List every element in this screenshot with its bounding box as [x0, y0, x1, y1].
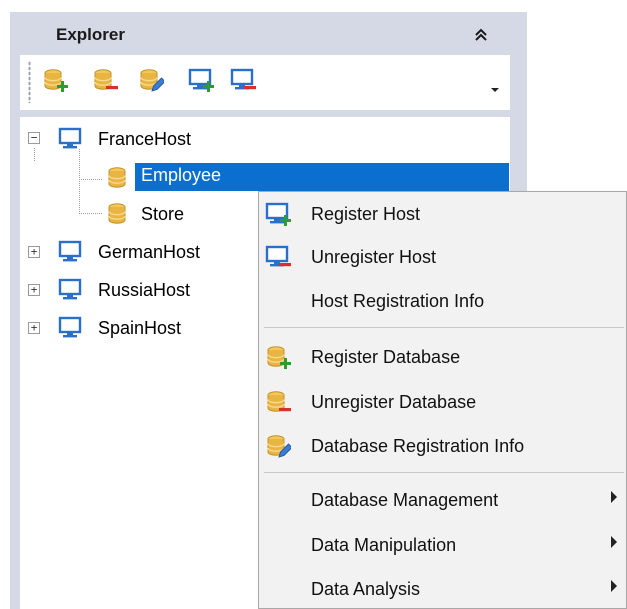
- monitor-icon: [58, 277, 84, 303]
- tree-node-germanhost[interactable]: + GermanHost: [20, 234, 260, 268]
- menu-item-label: Register Database: [311, 347, 461, 367]
- menu-item-label: Data Manipulation: [311, 535, 457, 555]
- menu-item-label: Data Analysis: [311, 579, 421, 599]
- menu-item-label: Unregister Host: [311, 247, 437, 267]
- menu-item-register-database[interactable]: Register Database: [259, 337, 627, 377]
- explorer-header: Explorer: [10, 12, 527, 58]
- database-info-icon[interactable]: [138, 67, 164, 93]
- tree-node-label: RussiaHost: [98, 280, 191, 300]
- toolbar-grip[interactable]: [28, 61, 31, 103]
- tree-node-spainhost[interactable]: + SpainHost: [20, 310, 260, 344]
- menu-item-label: Database Management: [311, 490, 499, 510]
- menu-item-unregister-database[interactable]: Unregister Database: [259, 382, 627, 422]
- menu-item-data-analysis[interactable]: Data Analysis: [259, 569, 627, 609]
- register-database-icon[interactable]: [42, 67, 68, 93]
- expand-node-icon[interactable]: +: [28, 284, 40, 296]
- tree-node-russiahost[interactable]: + RussiaHost: [20, 272, 260, 306]
- submenu-arrow-icon: [611, 491, 617, 503]
- register-host-icon[interactable]: [188, 67, 214, 93]
- submenu-arrow-icon: [611, 536, 617, 548]
- explorer-toolbar: [20, 55, 510, 110]
- register-database-icon: [265, 344, 291, 370]
- context-menu: Register Host Unregister Host Host Regis…: [258, 191, 627, 609]
- monitor-icon: [58, 126, 84, 152]
- tree-node-label: GermanHost: [98, 242, 201, 262]
- tree-connector: [79, 149, 80, 213]
- menu-item-register-host[interactable]: Register Host: [259, 194, 627, 234]
- monitor-icon: [58, 315, 84, 341]
- register-host-icon: [265, 201, 291, 227]
- database-icon: [106, 201, 132, 227]
- database-icon: [106, 165, 132, 191]
- submenu-arrow-icon: [611, 580, 617, 592]
- menu-item-label: Host Registration Info: [311, 291, 485, 311]
- menu-item-label: Database Registration Info: [311, 436, 525, 456]
- tree-node-label: Employee: [135, 163, 509, 191]
- menu-separator: [264, 327, 624, 328]
- unregister-database-icon[interactable]: [92, 67, 118, 93]
- tree-node-label: FranceHost: [98, 129, 192, 149]
- unregister-database-icon: [265, 389, 291, 415]
- tree-node-label: SpainHost: [98, 318, 182, 338]
- menu-item-database-registration-info[interactable]: Database Registration Info: [259, 426, 627, 466]
- explorer-title: Explorer: [56, 25, 125, 44]
- menu-item-label: Unregister Database: [311, 392, 477, 412]
- tree-node-francehost[interactable]: − FranceHost: [20, 121, 320, 155]
- menu-item-unregister-host[interactable]: Unregister Host: [259, 237, 627, 277]
- menu-separator: [264, 472, 624, 473]
- expand-node-icon[interactable]: +: [28, 322, 40, 334]
- database-info-icon: [265, 433, 291, 459]
- tree-node-employee[interactable]: Employee: [100, 161, 510, 195]
- menu-item-data-manipulation[interactable]: Data Manipulation: [259, 525, 627, 565]
- menu-item-label: Register Host: [311, 204, 421, 224]
- unregister-host-icon: [265, 244, 291, 270]
- monitor-icon: [58, 239, 84, 265]
- collapse-icon[interactable]: [470, 24, 492, 46]
- tree-node-label: Store: [141, 204, 185, 224]
- toolbar-dropdown-icon[interactable]: [489, 83, 501, 95]
- expand-node-icon[interactable]: +: [28, 246, 40, 258]
- collapse-node-icon[interactable]: −: [28, 132, 40, 144]
- menu-item-database-management[interactable]: Database Management: [259, 480, 627, 520]
- menu-item-host-registration-info[interactable]: Host Registration Info: [259, 281, 627, 321]
- unregister-host-icon[interactable]: [230, 67, 256, 93]
